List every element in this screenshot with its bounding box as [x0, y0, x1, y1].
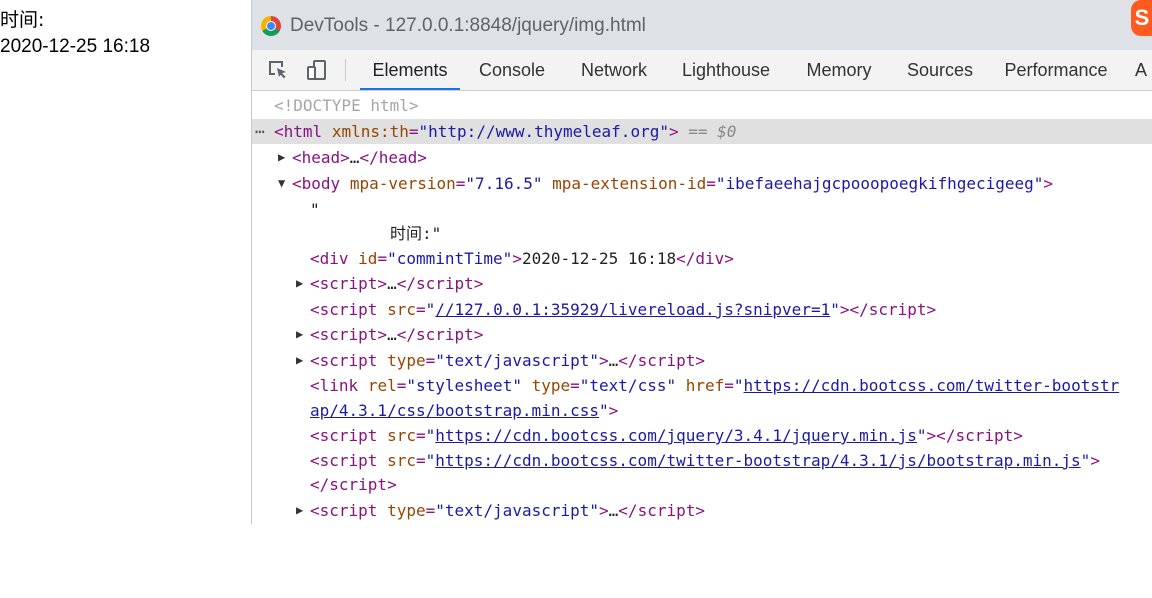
tree-node-script-livereload[interactable]: <script src="//127.0.0.1:35929/livereloa… — [252, 297, 1152, 322]
tree-node-script-typed[interactable]: ▶ <script type="text/javascript">…</scri… — [252, 348, 1152, 373]
tab-overflow[interactable]: A — [1135, 50, 1152, 90]
tab-console[interactable]: Console — [472, 50, 552, 90]
tree-node-script[interactable]: ▶ <script>…</script> — [252, 322, 1152, 347]
device-toolbar-icon[interactable] — [306, 59, 328, 81]
bootstrap-css-link-cont[interactable]: ap/4.3.1/css/bootstrap.min.css — [310, 401, 599, 420]
tree-node-doctype[interactable]: <!DOCTYPE html> — [252, 93, 1152, 118]
tab-memory[interactable]: Memory — [799, 50, 879, 90]
livereload-link[interactable]: //127.0.0.1:35929/livereload.js?snipver=… — [435, 300, 830, 319]
tree-text-node-content[interactable]: 时间:" — [252, 221, 1152, 246]
tree-node-script-jquery[interactable]: <script src="https://cdn.bootcss.com/jqu… — [252, 423, 1152, 448]
expand-triangle-icon[interactable]: ▶ — [296, 348, 303, 373]
ime-sogou-icon[interactable]: S — [1131, 0, 1152, 36]
tab-sources[interactable]: Sources — [900, 50, 980, 90]
tree-node-script-bootstrap[interactable]: <script src="https://cdn.bootcss.com/twi… — [252, 448, 1152, 473]
time-label: 时间: — [0, 9, 45, 31]
doctype-text: <!DOCTYPE html> — [274, 96, 419, 115]
devtools-window: DevTools - 127.0.0.1:8848/jquery/img.htm… — [251, 0, 1152, 524]
tree-node-div[interactable]: <div id="commintTime">2020-12-25 16:18</… — [252, 246, 1152, 271]
tab-network[interactable]: Network — [574, 50, 654, 90]
bootstrap-css-link[interactable]: https://cdn.bootcss.com/twitter-bootstr — [744, 376, 1120, 395]
tree-node-html[interactable]: ⋯ <html xmlns:th="http://www.thymeleaf.o… — [252, 119, 1152, 144]
elements-tree: <!DOCTYPE html> ⋯ <html xmlns:th="http:/… — [252, 91, 1152, 524]
selected-marker: == $0 — [688, 122, 737, 141]
tree-node-script-typed[interactable]: ▶ <script type="text/javascript">…</scri… — [252, 498, 1152, 523]
expand-triangle-icon[interactable]: ▶ — [296, 322, 303, 347]
window-title: DevTools - 127.0.0.1:8848/jquery/img.htm… — [290, 15, 646, 36]
tree-node-link-wrap[interactable]: ap/4.3.1/css/bootstrap.min.css"> — [252, 398, 1152, 423]
bootstrap-js-link[interactable]: https://cdn.bootcss.com/twitter-bootstra… — [435, 451, 1080, 470]
expand-triangle-icon[interactable]: ▶ — [296, 271, 303, 296]
rendered-page: 时间: 2020-12-25 16:18 — [0, 0, 251, 524]
tree-text-node[interactable]: " — [252, 197, 1152, 222]
tree-node-link[interactable]: <link rel="stylesheet" type="text/css" h… — [252, 373, 1152, 398]
collapse-triangle-icon[interactable]: ▼ — [278, 171, 285, 196]
devtools-toolbar: Elements Console Network Lighthouse Memo… — [252, 50, 1152, 91]
html-attr-name: xmlns:th — [331, 122, 409, 141]
more-actions-icon[interactable]: ⋯ — [255, 119, 265, 144]
window-titlebar[interactable]: DevTools - 127.0.0.1:8848/jquery/img.htm… — [252, 0, 1152, 50]
tree-node-script-close[interactable]: </script> — [252, 472, 1152, 497]
inspect-element-icon[interactable] — [267, 59, 289, 81]
tab-performance[interactable]: Performance — [1001, 50, 1111, 90]
tab-lighthouse[interactable]: Lighthouse — [677, 50, 775, 90]
tab-elements[interactable]: Elements — [360, 50, 460, 90]
html-attr-value: "http://www.thymeleaf.org" — [418, 122, 669, 141]
tree-node-body[interactable]: ▼ <body mpa-version="7.16.5" mpa-extensi… — [252, 171, 1152, 196]
jquery-link[interactable]: https://cdn.bootcss.com/jquery/3.4.1/jqu… — [435, 426, 917, 445]
tree-node-script[interactable]: ▶ <script>…</script> — [252, 271, 1152, 296]
tree-node-head[interactable]: ▶ <head>…</head> — [252, 145, 1152, 170]
toolbar-divider — [345, 59, 346, 81]
commit-time-value: 2020-12-25 16:18 — [0, 36, 151, 57]
chrome-icon — [261, 16, 281, 36]
expand-triangle-icon[interactable]: ▶ — [296, 498, 303, 523]
expand-triangle-icon[interactable]: ▶ — [278, 145, 285, 170]
